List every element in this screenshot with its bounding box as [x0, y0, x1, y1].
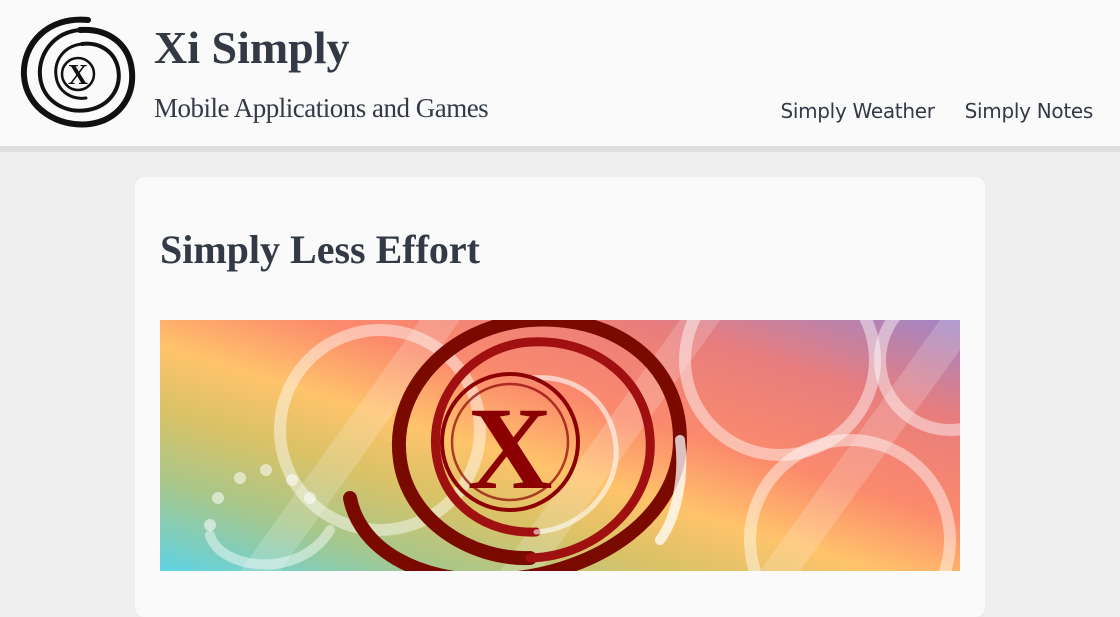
- main-nav: Simply Weather Simply Notes: [780, 99, 1093, 123]
- site-header: X Xi Simply Mobile Applications and Game…: [0, 0, 1120, 152]
- svg-text:X: X: [467, 383, 552, 514]
- xi-spiral-logo-icon: X: [20, 16, 136, 128]
- post-banner-image[interactable]: X: [160, 320, 960, 571]
- nav-link-simply-weather[interactable]: Simply Weather: [780, 99, 935, 123]
- xi-spiral-banner-image: X: [160, 320, 960, 571]
- post-card: Simply Less Effort X: [135, 177, 985, 617]
- post-title[interactable]: Simply Less Effort: [160, 225, 480, 275]
- svg-text:X: X: [68, 60, 88, 91]
- nav-link-simply-notes[interactable]: Simply Notes: [965, 99, 1094, 123]
- site-title[interactable]: Xi Simply: [154, 20, 350, 76]
- site-tagline: Mobile Applications and Games: [154, 93, 489, 123]
- site-logo-icon[interactable]: X: [18, 14, 136, 130]
